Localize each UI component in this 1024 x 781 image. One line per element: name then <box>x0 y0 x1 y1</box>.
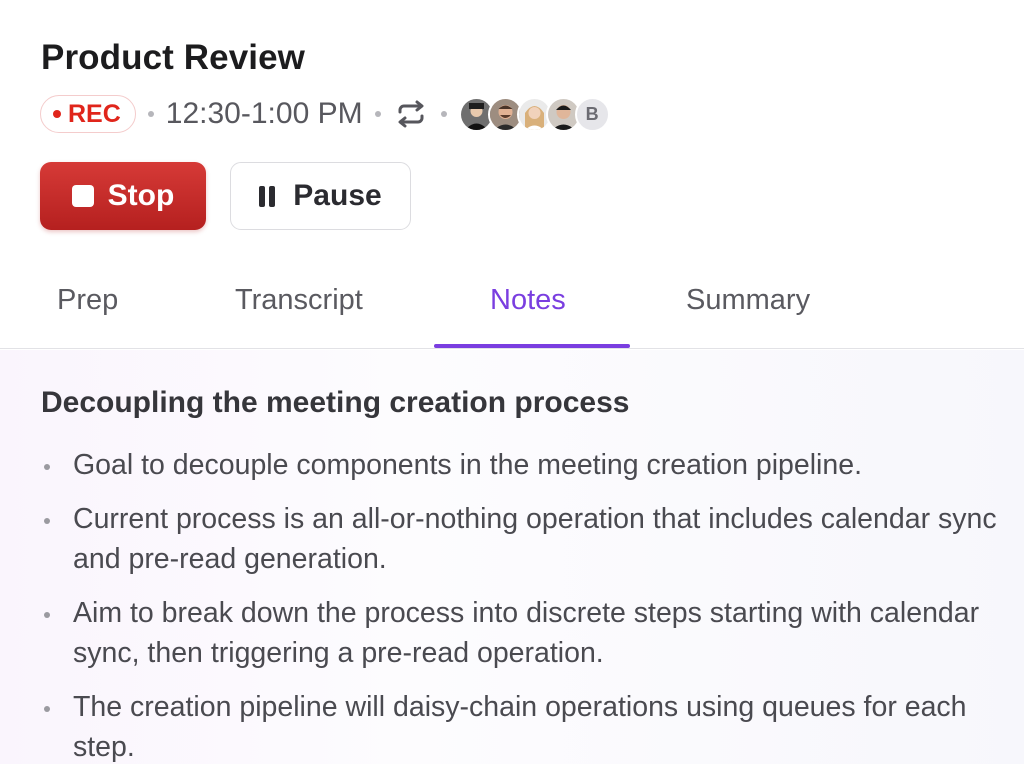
list-item: Goal to decouple components in the meeti… <box>41 445 1001 485</box>
tab-transcript[interactable]: Transcript <box>235 284 363 317</box>
pause-label: Pause <box>293 179 382 212</box>
stop-recording-button[interactable]: Stop <box>40 162 206 230</box>
meeting-header: Product Review REC 12:30-1:00 PM B Stop … <box>0 0 1024 349</box>
tab-summary[interactable]: Summary <box>686 284 810 317</box>
pause-recording-button[interactable]: Pause <box>230 162 411 230</box>
list-item: Current process is an all-or-nothing ope… <box>41 499 1001 579</box>
recording-dot-icon <box>53 110 61 118</box>
tab-notes[interactable]: Notes <box>490 284 566 317</box>
separator-dot <box>440 111 447 117</box>
stop-label: Stop <box>107 179 175 212</box>
list-item: Aim to break down the process into discr… <box>41 593 1001 673</box>
separator-dot <box>147 111 154 117</box>
avatar[interactable]: B <box>574 96 610 132</box>
repeat-icon <box>393 96 429 132</box>
meeting-title: Product Review <box>41 38 305 77</box>
active-tab-indicator <box>434 344 630 348</box>
recording-badge: REC <box>40 95 136 133</box>
recording-label: REC <box>68 99 121 128</box>
tab-prep[interactable]: Prep <box>57 284 118 317</box>
list-item: The creation pipeline will daisy-chain o… <box>41 687 1001 767</box>
stop-icon <box>71 185 94 207</box>
meeting-meta-row: REC 12:30-1:00 PM B <box>40 94 610 134</box>
participant-avatars[interactable]: B <box>458 96 610 132</box>
notes-section-heading: Decoupling the meeting creation process <box>41 386 630 419</box>
pause-icon <box>259 185 279 207</box>
separator-dot <box>374 111 381 117</box>
notes-panel: Decoupling the meeting creation process … <box>0 350 1024 764</box>
tab-bar: Prep Transcript Notes Summary <box>0 262 1024 349</box>
notes-bullet-list: Goal to decouple components in the meeti… <box>41 445 1001 781</box>
avatar-initial: B <box>585 103 599 124</box>
meeting-time: 12:30-1:00 PM <box>165 97 363 130</box>
